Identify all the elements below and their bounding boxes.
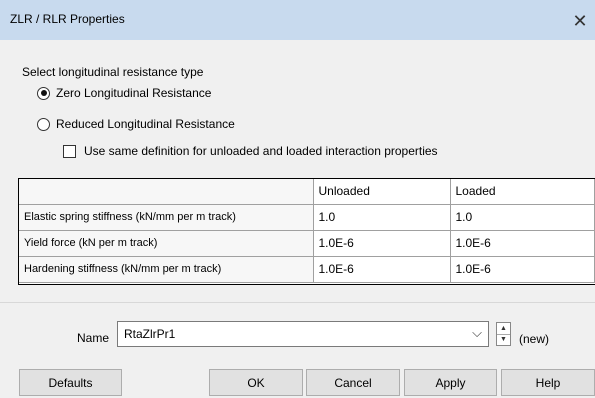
reduced-resistance-option[interactable]: Reduced Longitudinal Resistance bbox=[37, 117, 235, 131]
cell-hardening-stiffness-loaded[interactable]: 1.0E-6 bbox=[449, 255, 595, 283]
ok-button[interactable]: OK bbox=[209, 369, 303, 396]
zero-resistance-radio[interactable] bbox=[37, 86, 50, 100]
table-row: Yield force (kN per m track) 1.0E-6 1.0E… bbox=[19, 229, 595, 257]
close-icon[interactable]: ✕ bbox=[565, 7, 595, 35]
window-title: ZLR / RLR Properties bbox=[10, 12, 125, 26]
column-header-loaded: Loaded bbox=[449, 179, 595, 205]
cell-elastic-stiffness-unloaded[interactable]: 1.0 bbox=[312, 203, 451, 231]
title-bar: ZLR / RLR Properties ✕ bbox=[0, 0, 595, 40]
cell-yield-force-unloaded[interactable]: 1.0E-6 bbox=[312, 229, 451, 257]
column-header-unloaded: Unloaded bbox=[312, 179, 451, 205]
row-label-hardening-stiffness: Hardening stiffness (kN/mm per m track) bbox=[19, 255, 314, 283]
grid-corner-cell bbox=[19, 179, 314, 205]
same-definition-checkbox[interactable] bbox=[63, 144, 76, 158]
cell-hardening-stiffness-unloaded[interactable]: 1.0E-6 bbox=[312, 255, 451, 283]
spin-down-icon[interactable]: ▼ bbox=[497, 335, 510, 346]
name-input[interactable] bbox=[118, 322, 448, 346]
cancel-button[interactable]: Cancel bbox=[306, 369, 400, 396]
grid-header-row: Unloaded Loaded bbox=[19, 179, 595, 205]
properties-grid: Unloaded Loaded Elastic spring stiffness… bbox=[18, 178, 595, 285]
row-label-yield-force: Yield force (kN per m track) bbox=[19, 229, 314, 257]
help-button[interactable]: Help bbox=[501, 369, 595, 396]
spinner-icon[interactable]: ▲ ▼ bbox=[496, 322, 511, 346]
same-definition-option[interactable]: Use same definition for unloaded and loa… bbox=[63, 144, 438, 158]
same-definition-label: Use same definition for unloaded and loa… bbox=[84, 144, 438, 158]
zero-resistance-label: Zero Longitudinal Resistance bbox=[56, 86, 212, 100]
separator bbox=[0, 302, 595, 303]
new-status-label: (new) bbox=[519, 332, 550, 346]
zero-resistance-option[interactable]: Zero Longitudinal Resistance bbox=[37, 86, 211, 100]
cell-yield-force-loaded[interactable]: 1.0E-6 bbox=[449, 229, 595, 257]
resistance-type-label: Select longitudinal resistance type bbox=[22, 65, 204, 79]
defaults-button[interactable]: Defaults bbox=[19, 369, 122, 396]
table-row: Elastic spring stiffness (kN/mm per m tr… bbox=[19, 203, 595, 231]
row-label-elastic-stiffness: Elastic spring stiffness (kN/mm per m tr… bbox=[19, 203, 314, 231]
apply-button[interactable]: Apply bbox=[404, 369, 497, 396]
spin-up-icon[interactable]: ▲ bbox=[497, 323, 510, 335]
chevron-down-icon[interactable]: ⌵ bbox=[472, 325, 482, 341]
reduced-resistance-radio[interactable] bbox=[37, 117, 50, 131]
reduced-resistance-label: Reduced Longitudinal Resistance bbox=[56, 117, 235, 131]
cell-elastic-stiffness-loaded[interactable]: 1.0 bbox=[449, 203, 595, 231]
name-label: Name bbox=[77, 331, 110, 345]
table-row: Hardening stiffness (kN/mm per m track) … bbox=[19, 255, 595, 283]
name-combobox[interactable]: ⌵ bbox=[117, 321, 489, 347]
